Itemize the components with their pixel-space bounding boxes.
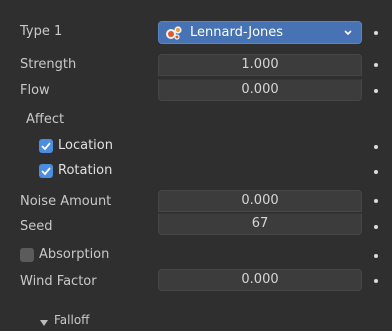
noise-amount-keyframe-dot[interactable]: [374, 199, 378, 203]
type1-keyframe-dot[interactable]: [374, 31, 378, 35]
strength-field[interactable]: 1.000: [158, 54, 362, 76]
absorption-keyframe-dot[interactable]: [374, 254, 378, 258]
flow-keyframe-dot[interactable]: [374, 89, 378, 93]
absorption-checkbox[interactable]: [20, 248, 34, 262]
type1-label: Type 1: [20, 24, 63, 39]
rotation-keyframe-dot[interactable]: [374, 170, 378, 174]
falloff-label: Falloff: [54, 313, 90, 327]
noise-amount-field[interactable]: 0.000: [158, 190, 362, 212]
seed-field[interactable]: 67: [158, 213, 362, 235]
wind-factor-label: Wind Factor: [20, 274, 97, 289]
chevron-down-icon: [343, 22, 353, 50]
location-keyframe-dot[interactable]: [374, 145, 378, 149]
type1-dropdown[interactable]: Lennard-Jones: [158, 21, 362, 44]
location-label[interactable]: Location: [58, 138, 113, 153]
strength-keyframe-dot[interactable]: [374, 63, 378, 67]
flow-field[interactable]: 0.000: [158, 79, 362, 101]
falloff-panel-header[interactable]: Falloff: [40, 313, 160, 329]
checkmark-icon: [41, 142, 51, 151]
noise-amount-label: Noise Amount: [20, 194, 112, 209]
rotation-label[interactable]: Rotation: [58, 163, 112, 178]
wind-factor-keyframe-dot[interactable]: [374, 279, 378, 283]
strength-label: Strength: [20, 57, 77, 72]
affect-label: Affect: [26, 112, 65, 127]
location-checkbox[interactable]: [39, 139, 53, 153]
flow-label: Flow: [20, 83, 50, 98]
absorption-label[interactable]: Absorption: [39, 247, 109, 262]
seed-label: Seed: [20, 219, 53, 234]
checkmark-icon: [41, 167, 51, 176]
type1-value: Lennard-Jones: [190, 25, 284, 40]
wind-factor-field[interactable]: 0.000: [158, 269, 362, 291]
rotation-checkbox[interactable]: [39, 164, 53, 178]
seed-keyframe-dot[interactable]: [374, 225, 378, 229]
lennard-jones-icon: [165, 25, 183, 41]
